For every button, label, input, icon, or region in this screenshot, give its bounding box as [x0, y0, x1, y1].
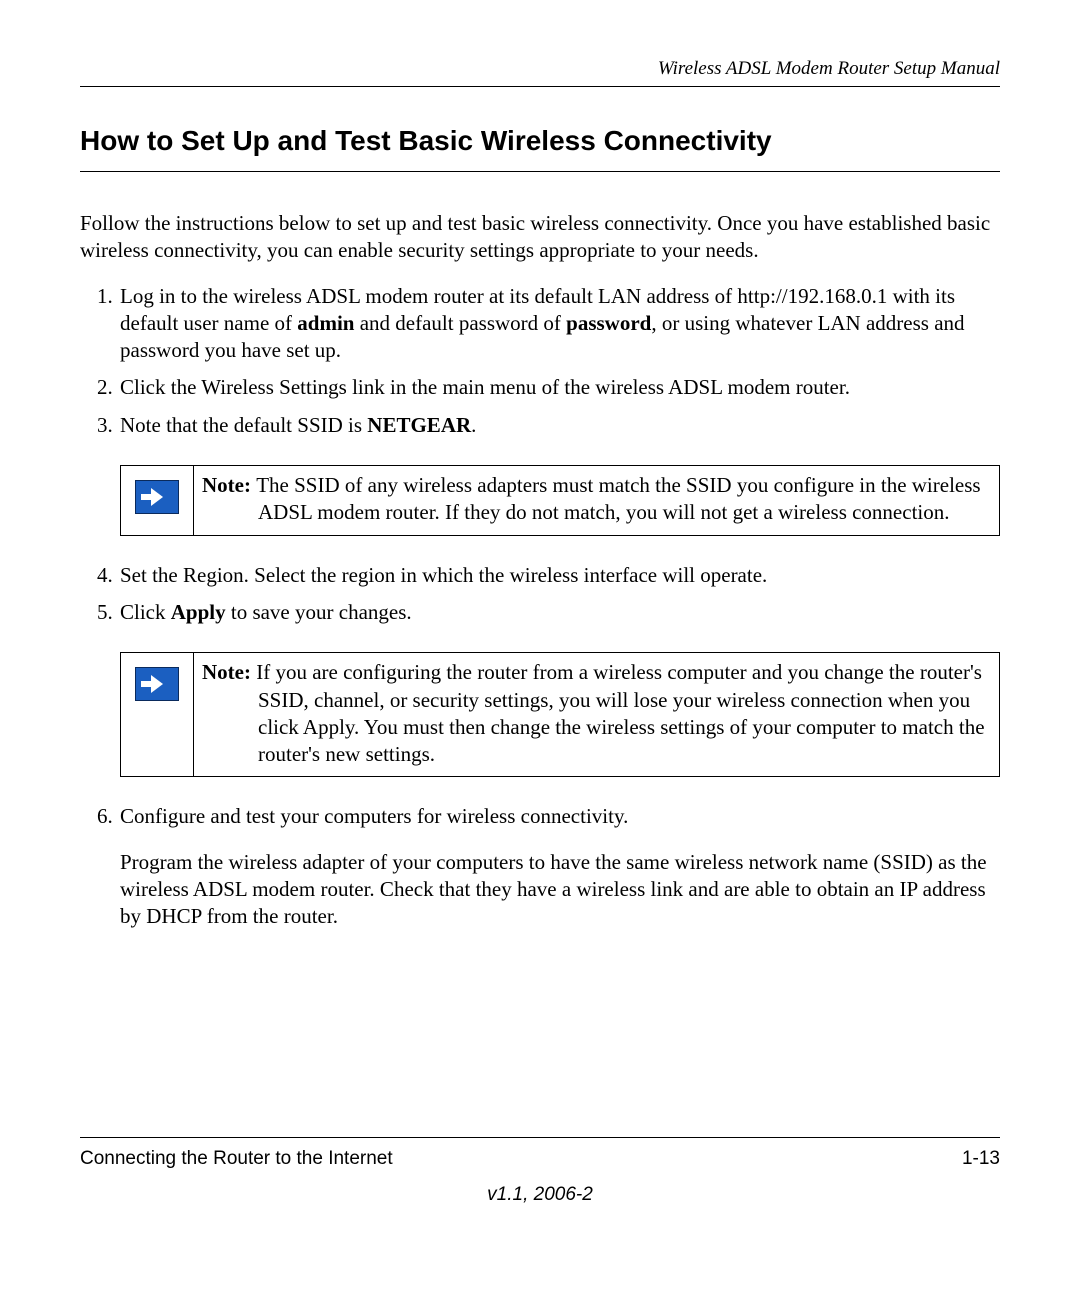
step-5-text-pre: Click: [120, 600, 171, 624]
note-icon-cell: [121, 653, 194, 776]
step-1-bold-admin: admin: [297, 311, 354, 335]
page-footer: Connecting the Router to the Internet 1-…: [80, 1137, 1000, 1206]
note-2-body: If you are configuring the router from a…: [256, 660, 984, 766]
note-box-1: Note: The SSID of any wireless adapters …: [120, 465, 1000, 536]
step-3: Note that the default SSID is NETGEAR. N…: [118, 412, 1000, 536]
step-1-bold-password: password: [566, 311, 651, 335]
note-box-2: Note: If you are configuring the router …: [120, 652, 1000, 777]
footer-version: v1.1, 2006-2: [80, 1184, 1000, 1206]
step-4: Set the Region. Select the region in whi…: [118, 562, 1000, 589]
footer-rule: [80, 1137, 1000, 1138]
section-title: How to Set Up and Test Basic Wireless Co…: [80, 125, 1000, 172]
step-1-text-mid: and default password of: [354, 311, 566, 335]
step-6-line-a: Configure and test your computers for wi…: [120, 804, 628, 828]
step-3-text-post: .: [471, 413, 476, 437]
step-3-text-pre: Note that the default SSID is: [120, 413, 367, 437]
manual-title: Wireless ADSL Modem Router Setup Manual: [658, 58, 1000, 79]
step-3-bold-netgear: NETGEAR: [367, 413, 471, 437]
footer-page-number: 1-13: [962, 1148, 1000, 1170]
note-1-body: The SSID of any wireless adapters must m…: [256, 473, 980, 524]
document-header: Wireless ADSL Modem Router Setup Manual: [80, 58, 1000, 87]
step-6: Configure and test your computers for wi…: [118, 803, 1000, 930]
note-2-label: Note:: [202, 660, 256, 684]
arrow-right-icon: [135, 480, 179, 514]
step-5-text-post: to save your changes.: [226, 600, 412, 624]
note-icon-cell: [121, 466, 194, 535]
step-5-bold-apply: Apply: [171, 600, 226, 624]
arrow-right-icon: [135, 667, 179, 701]
step-list-c: Configure and test your computers for wi…: [80, 803, 1000, 930]
step-5: Click Apply to save your changes. Note: …: [118, 599, 1000, 777]
note-1-text: Note: The SSID of any wireless adapters …: [194, 466, 999, 535]
step-1: Log in to the wireless ADSL modem router…: [118, 283, 1000, 365]
note-1-label: Note:: [202, 473, 256, 497]
footer-row: Connecting the Router to the Internet 1-…: [80, 1148, 1000, 1170]
step-2: Click the Wireless Settings link in the …: [118, 374, 1000, 401]
intro-paragraph: Follow the instructions below to set up …: [80, 210, 1000, 265]
step-list-b: Set the Region. Select the region in whi…: [80, 562, 1000, 778]
step-list-a: Log in to the wireless ADSL modem router…: [80, 283, 1000, 536]
footer-chapter: Connecting the Router to the Internet: [80, 1148, 393, 1170]
step-6-line-b: Program the wireless adapter of your com…: [120, 849, 1000, 931]
note-2-text: Note: If you are configuring the router …: [194, 653, 999, 776]
page: Wireless ADSL Modem Router Setup Manual …: [0, 0, 1080, 1296]
